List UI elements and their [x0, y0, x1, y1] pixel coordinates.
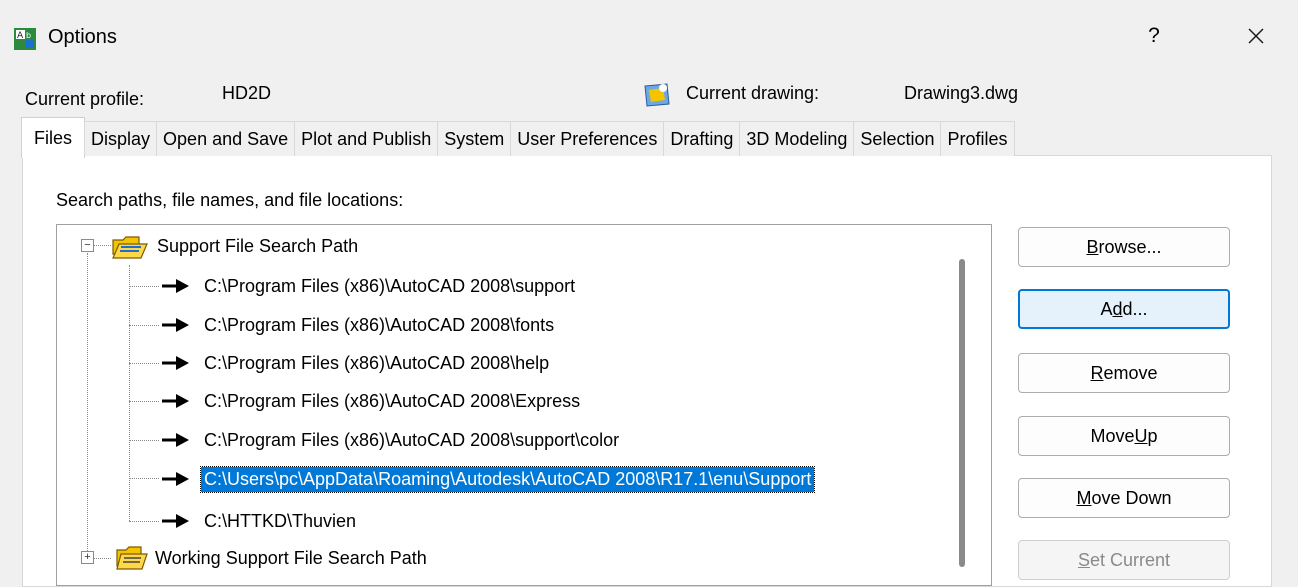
tab-files[interactable]: Files: [21, 117, 86, 158]
current-drawing-value: Drawing3.dwg: [904, 83, 1019, 103]
folder-icon: [116, 546, 148, 570]
set-current-label-post: et Current: [1089, 549, 1171, 570]
tree-connector-working-node: [93, 558, 111, 559]
arrow-right-icon: [162, 356, 189, 370]
move-down-label-mnemonic: M: [1076, 487, 1092, 508]
tree-item-path[interactable]: C:\Program Files (x86)\AutoCAD 2008\Expr…: [161, 385, 583, 417]
path-text: C:\Program Files (x86)\AutoCAD 2008\help: [204, 352, 550, 373]
tree-connector-branch: [129, 363, 159, 364]
tree-item-path-selected[interactable]: C:\Users\pc\AppData\Roaming\Autodesk\Aut…: [161, 463, 816, 495]
add-label-mnemonic: d: [1112, 298, 1123, 319]
svg-text:A: A: [17, 31, 24, 41]
path-text: C:\Users\pc\AppData\Roaming\Autodesk\Aut…: [199, 465, 816, 493]
tree-connector-branch: [129, 478, 159, 479]
profile-row: Current profile: HD2D Current drawing: D…: [0, 82, 1298, 112]
tab-3d-modeling[interactable]: 3D Modeling: [739, 121, 855, 156]
tree-item-path[interactable]: C:\HTTKD\Thuvien: [161, 505, 359, 537]
add-button[interactable]: Ad d...: [1018, 289, 1230, 329]
current-drawing-label: Current drawing:: [686, 83, 820, 103]
help-button[interactable]: ?: [1124, 10, 1184, 62]
path-text: C:\Program Files (x86)\AutoCAD 2008\supp…: [204, 275, 576, 296]
set-current-button[interactable]: Set Current: [1018, 540, 1230, 580]
tab-system[interactable]: System: [437, 121, 512, 156]
close-icon: [1248, 28, 1264, 44]
tree-connector-branch: [129, 325, 159, 326]
remove-label-post: emove: [1103, 362, 1158, 383]
move-up-label-pre: Move: [1090, 425, 1135, 446]
folder-icon: [112, 236, 148, 259]
tree-connector-root: [87, 253, 88, 559]
move-up-label-post: p: [1147, 425, 1158, 446]
path-text: C:\Program Files (x86)\AutoCAD 2008\supp…: [204, 429, 620, 450]
search-paths-tree[interactable]: − Support File Search Path C:\Program Fi…: [56, 224, 992, 586]
move-down-label-post: ove Down: [1091, 487, 1172, 508]
tab-user-preferences[interactable]: User Preferences: [510, 121, 665, 156]
tab-display[interactable]: Display: [84, 121, 158, 156]
tree-item-path[interactable]: C:\Program Files (x86)\AutoCAD 2008\help: [161, 347, 552, 379]
arrow-right-icon: [162, 433, 189, 447]
tree-connector-branch: [129, 440, 159, 441]
arrow-right-icon: [162, 318, 189, 332]
tree-node-label: Working Support File Search Path: [155, 547, 427, 568]
tree-node-support-file-search-path[interactable]: Support File Search Path: [111, 230, 358, 262]
move-down-button[interactable]: Move Down: [1018, 478, 1230, 518]
browse-label-post: rowse...: [1098, 236, 1162, 257]
tab-open-and-save[interactable]: Open and Save: [156, 121, 296, 156]
remove-label-mnemonic: R: [1090, 362, 1104, 383]
tree-item-path[interactable]: C:\Program Files (x86)\AutoCAD 2008\font…: [161, 309, 557, 341]
arrow-right-icon: [162, 394, 189, 408]
tree-connector-support: [129, 265, 130, 521]
tree-item-path[interactable]: C:\Program Files (x86)\AutoCAD 2008\supp…: [161, 424, 622, 456]
tree-node-working-support-file-search-path[interactable]: Working Support File Search Path: [115, 542, 427, 574]
expand-toggle[interactable]: +: [81, 551, 94, 564]
tab-plot-and-publish[interactable]: Plot and Publish: [294, 121, 439, 156]
tree-connector-support-node: [93, 245, 111, 246]
tree-connector-branch: [129, 521, 159, 522]
arrow-right-icon: [162, 514, 189, 528]
tree-connector-branch: [129, 401, 159, 402]
add-label-pre: A: [1100, 298, 1113, 319]
tab-profiles[interactable]: Profiles: [940, 121, 1015, 156]
tab-selection[interactable]: Selection: [853, 121, 942, 156]
window-title: Options: [48, 26, 117, 48]
current-profile-value: HD2D: [222, 83, 272, 103]
remove-button[interactable]: Remove: [1018, 353, 1230, 393]
autocad-options-icon: A b: [14, 28, 36, 50]
tree-item-path[interactable]: C:\Program Files (x86)\AutoCAD 2008\supp…: [161, 270, 578, 302]
collapse-toggle[interactable]: −: [81, 239, 94, 252]
browse-label-mnemonic: B: [1086, 236, 1099, 257]
move-up-label-mnemonic: U: [1134, 425, 1148, 446]
move-up-button[interactable]: Move Up: [1018, 416, 1230, 456]
current-profile-label: Current profile:: [25, 89, 145, 109]
svg-text:b: b: [26, 31, 31, 40]
path-text: C:\HTTKD\Thuvien: [204, 510, 357, 531]
tab-drafting[interactable]: Drafting: [663, 121, 741, 156]
path-text: C:\Program Files (x86)\AutoCAD 2008\font…: [204, 314, 555, 335]
close-button[interactable]: [1226, 10, 1286, 62]
tab-bar: Files Display Open and Save Plot and Pub…: [21, 117, 1015, 158]
search-paths-label: Search paths, file names, and file locat…: [56, 190, 404, 210]
set-current-label-mnemonic: S: [1077, 549, 1090, 570]
arrow-right-icon: [162, 472, 189, 486]
title-bar: A b Options ?: [0, 0, 1298, 72]
vertical-scrollbar[interactable]: [959, 259, 965, 567]
tree-connector-branch: [129, 286, 159, 287]
browse-button[interactable]: Browse...: [1018, 227, 1230, 267]
tree-node-label: Support File Search Path: [157, 235, 359, 256]
arrow-right-icon: [162, 279, 189, 293]
current-drawing-icon: [644, 83, 670, 107]
add-label-post: d...: [1122, 298, 1148, 319]
path-text: C:\Program Files (x86)\AutoCAD 2008\Expr…: [204, 390, 581, 411]
